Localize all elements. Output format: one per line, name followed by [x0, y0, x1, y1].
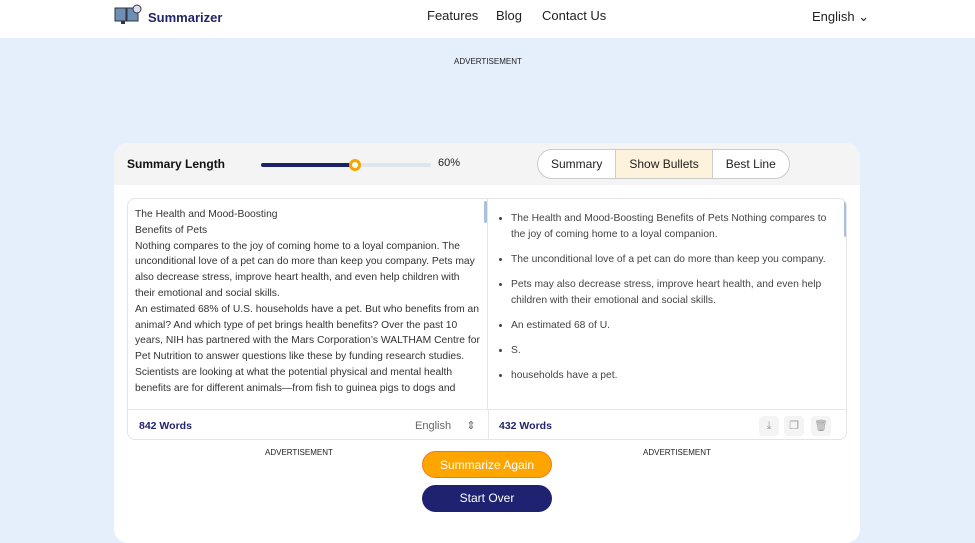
- bullet-item: S.: [511, 343, 828, 359]
- language-selector[interactable]: English ⌄: [812, 9, 869, 25]
- download-icon[interactable]: ⤓: [759, 416, 779, 436]
- summary-length-slider[interactable]: [261, 159, 431, 171]
- tab-show-bullets[interactable]: Show Bullets: [616, 150, 713, 178]
- summarizer-card: Summary Length 60% Summary Show Bullets …: [114, 143, 860, 543]
- summary-length-value: 60%: [438, 157, 461, 169]
- input-line: Nothing compares to the joy of coming ho…: [135, 240, 475, 299]
- panel-footer: 842 Words English ⇕ 432 Words ⤓ ❐ 🗑: [128, 409, 846, 439]
- tab-best-line[interactable]: Best Line: [713, 150, 789, 178]
- book-logo-icon: [114, 4, 142, 24]
- input-line: The Health and Mood-Boosting: [135, 209, 278, 220]
- advertisement-label: ADVERTISEMENT: [265, 448, 333, 457]
- output-scrollbar[interactable]: [844, 201, 846, 237]
- editor-panel: The Health and Mood-Boosting Benefits of…: [127, 198, 847, 440]
- input-textarea[interactable]: The Health and Mood-Boosting Benefits of…: [128, 199, 488, 409]
- mode-tabs: Summary Show Bullets Best Line: [537, 149, 790, 179]
- input-line: Scientists are looking at what the poten…: [135, 366, 456, 394]
- copy-icon[interactable]: ❐: [784, 416, 804, 436]
- language-label: English: [812, 9, 855, 24]
- input-scrollbar[interactable]: [484, 201, 487, 223]
- slider-fill: [261, 163, 356, 167]
- advertisement-label: ADVERTISEMENT: [454, 57, 522, 66]
- input-word-count: 842 Words: [139, 420, 192, 432]
- input-language-label: English: [415, 420, 452, 432]
- input-language-select[interactable]: English ⇕: [415, 419, 476, 432]
- trash-icon[interactable]: 🗑: [811, 416, 831, 436]
- summary-length-label: Summary Length: [127, 157, 226, 171]
- nav-features[interactable]: Features: [427, 8, 478, 23]
- bullet-item: The unconditional love of a pet can do m…: [511, 252, 828, 268]
- controls-bar: Summary Length 60% Summary Show Bullets …: [114, 143, 860, 185]
- output-word-count: 432 Words: [499, 420, 552, 432]
- nav-contact[interactable]: Contact Us: [542, 8, 606, 23]
- summarize-again-button[interactable]: Summarize Again: [422, 451, 552, 478]
- slider-thumb[interactable]: [349, 159, 362, 171]
- advertisement-label: ADVERTISEMENT: [643, 448, 711, 457]
- bullet-item: An estimated 68 of U.: [511, 318, 828, 334]
- input-line: An estimated 68% of U.S. households have…: [135, 303, 480, 363]
- start-over-button[interactable]: Start Over: [422, 485, 552, 512]
- chevron-down-icon: ⌄: [858, 9, 870, 24]
- tab-summary[interactable]: Summary: [538, 150, 617, 178]
- divider: [488, 410, 489, 439]
- input-line: Benefits of Pets: [135, 224, 208, 236]
- updown-icon: ⇕: [466, 420, 476, 432]
- bullet-item: households have a pet.: [511, 368, 828, 384]
- output-bullets: The Health and Mood-Boosting Benefits of…: [488, 199, 846, 409]
- bullet-item: Pets may also decrease stress, improve h…: [511, 277, 828, 309]
- brand-name[interactable]: Summarizer: [148, 10, 222, 25]
- bullet-item: The Health and Mood-Boosting Benefits of…: [511, 211, 828, 243]
- nav-blog[interactable]: Blog: [496, 8, 522, 23]
- header: Summarizer Features Blog Contact Us Engl…: [0, 0, 975, 38]
